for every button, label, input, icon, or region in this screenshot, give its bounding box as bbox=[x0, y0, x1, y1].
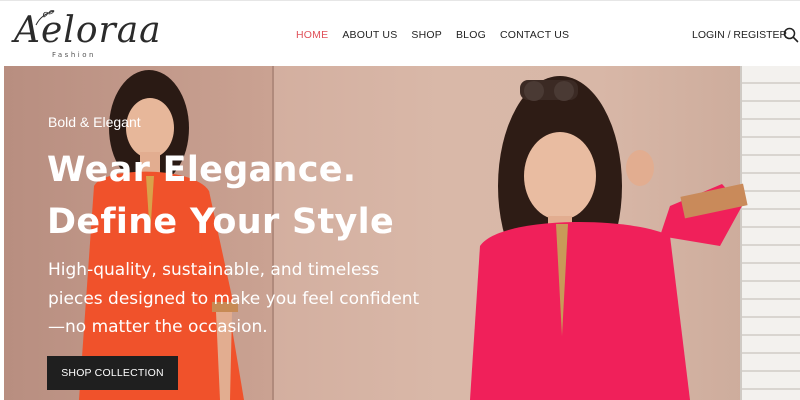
site-header: Aeloraa Fashion HOME ABOUT US SHOP BLOG … bbox=[0, 0, 800, 66]
nav-home[interactable]: HOME bbox=[296, 29, 328, 41]
headline-line-2: Define Your Style bbox=[47, 202, 394, 242]
subtext-line-2: pieces designed to make you feel confide… bbox=[48, 288, 420, 309]
login-register-link[interactable]: LOGIN / REGISTER bbox=[692, 29, 787, 41]
nav-blog[interactable]: BLOG bbox=[456, 29, 486, 41]
hero-headline: Wear Elegance. Define Your Style bbox=[47, 144, 467, 248]
search-icon[interactable] bbox=[783, 27, 799, 43]
model-image-right bbox=[470, 76, 748, 400]
headline-line-1: Wear Elegance. bbox=[47, 150, 357, 190]
brand-tagline: Fashion bbox=[52, 51, 96, 59]
hero-eyebrow: Bold & Elegant bbox=[48, 114, 141, 130]
hero-banner: Bold & Elegant Wear Elegance. Define You… bbox=[4, 66, 800, 400]
brand-logo[interactable]: Aeloraa Fashion bbox=[14, 9, 161, 61]
shop-collection-button[interactable]: SHOP COLLECTION bbox=[47, 356, 178, 390]
subtext-line-1: High-quality, sustainable, and timeless bbox=[48, 260, 380, 280]
hero-subtext: High-quality, sustainable, and timeless … bbox=[48, 256, 448, 342]
nav-shop[interactable]: SHOP bbox=[411, 29, 442, 41]
main-nav: HOME ABOUT US SHOP BLOG CONTACT US bbox=[296, 29, 583, 41]
nav-contact-us[interactable]: CONTACT US bbox=[500, 29, 569, 41]
subtext-line-3: —no matter the occasion. bbox=[48, 317, 268, 337]
nav-about-us[interactable]: ABOUT US bbox=[342, 29, 397, 41]
brand-name: Aeloraa bbox=[14, 10, 162, 51]
